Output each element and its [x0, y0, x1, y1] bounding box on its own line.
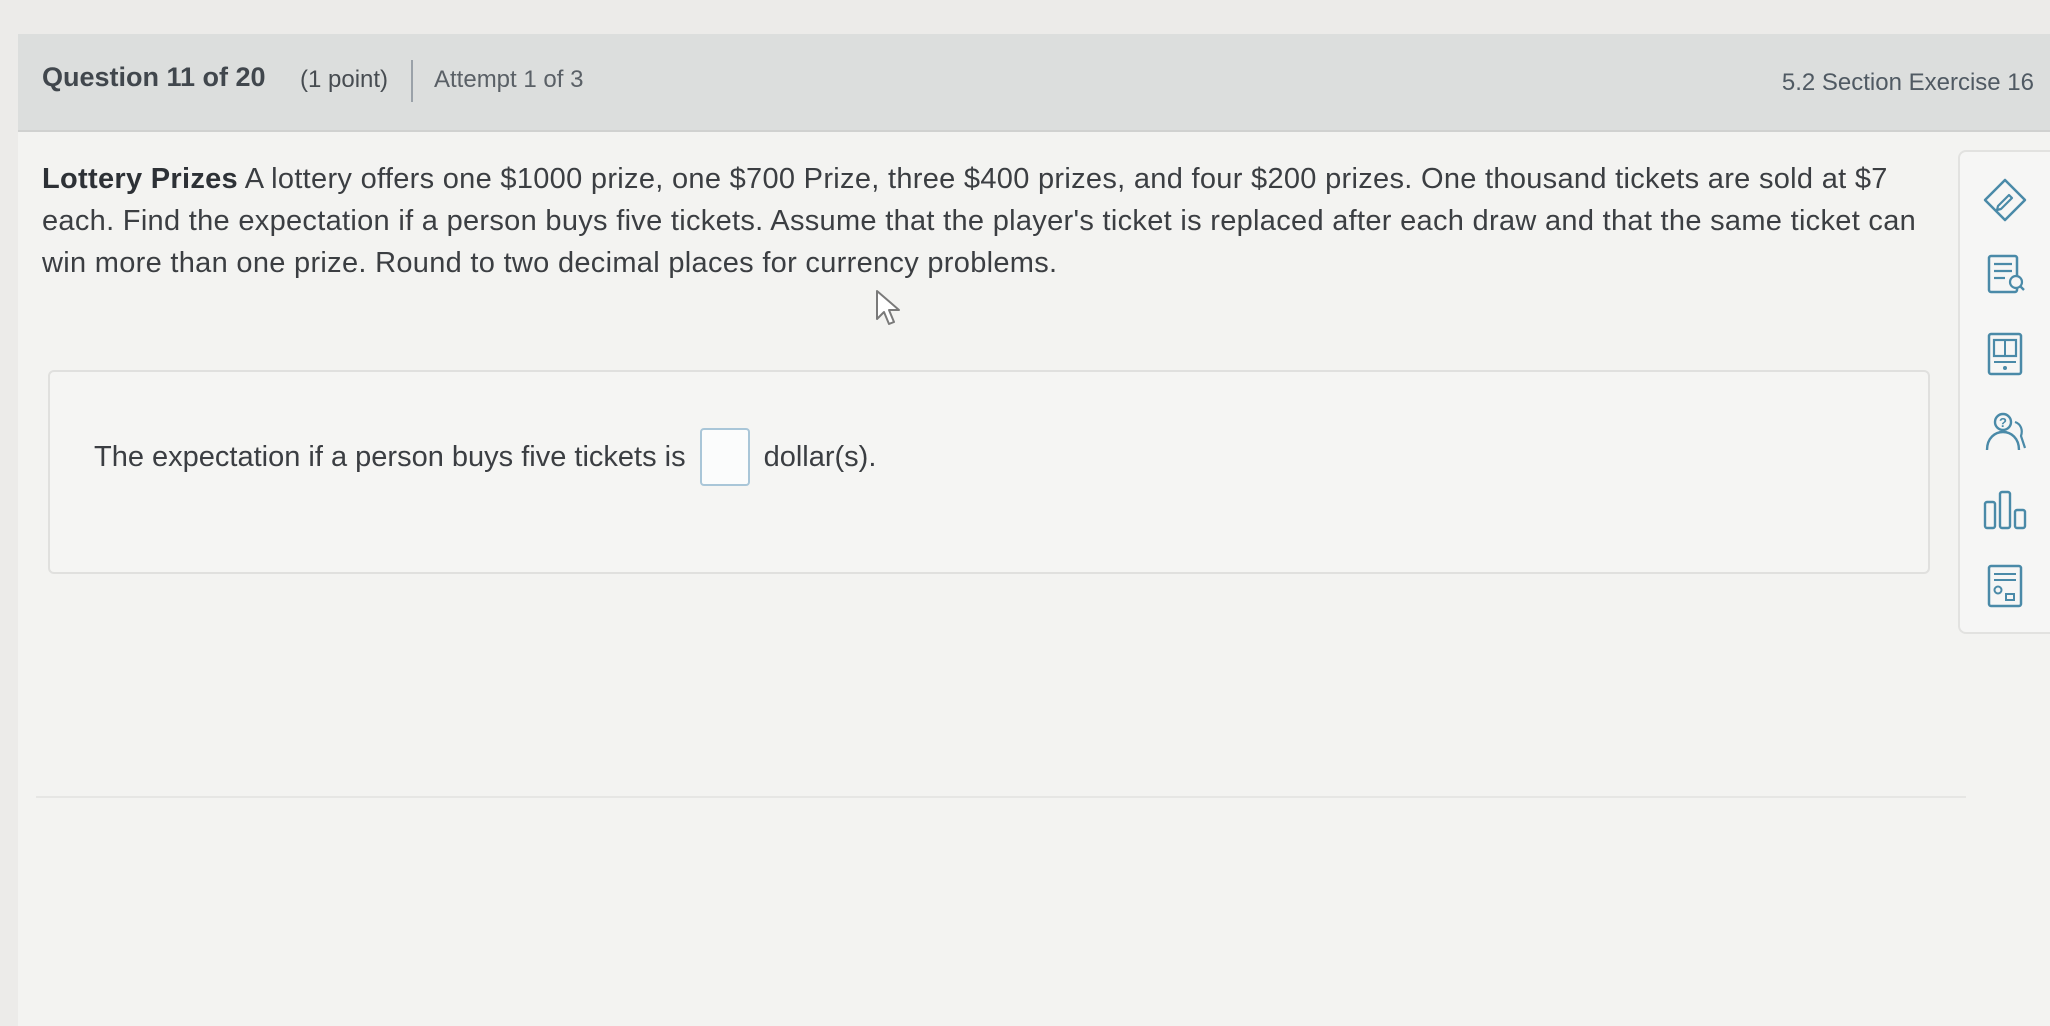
svg-text:?: ?: [1999, 415, 2007, 430]
chart-icon[interactable]: [1979, 484, 2031, 536]
divider: [36, 796, 1966, 798]
answer-prefix: The expectation if a person buys five ti…: [94, 440, 686, 473]
help-icon[interactable]: ?: [1979, 406, 2031, 458]
header-divider: [411, 60, 413, 102]
notes-icon[interactable]: [1979, 248, 2031, 300]
pencil-icon[interactable]: [1979, 174, 2031, 226]
question-header: Question 11 of 20 (1 point) Attempt 1 of…: [18, 34, 2050, 132]
answer-suffix: dollar(s).: [763, 440, 877, 473]
answer-input[interactable]: [699, 428, 750, 486]
section-label: 5.2 Section Exercise 16: [1781, 69, 2034, 96]
mouse-cursor-icon: [876, 290, 900, 325]
problem-title: Lottery Prizes: [42, 163, 238, 195]
book-icon[interactable]: [1979, 328, 2031, 380]
question-points: (1 point): [300, 66, 389, 93]
tools-sidebar: ?: [1958, 150, 2050, 634]
problem-statement: Lottery Prizes A lottery offers one $100…: [42, 158, 1952, 284]
answer-area: The expectation if a person buys five ti…: [48, 370, 1930, 574]
question-number: Question 11 of 20: [42, 62, 266, 92]
answer-sentence: The expectation if a person buys five ti…: [94, 428, 876, 486]
problem-text: A lottery offers one $1000 prize, one $7…: [42, 163, 1917, 279]
attempt-counter: Attempt 1 of 3: [434, 66, 584, 93]
question-frame: Question 11 of 20 (1 point) Attempt 1 of…: [18, 34, 2050, 1026]
calculator-icon[interactable]: [1979, 560, 2031, 612]
